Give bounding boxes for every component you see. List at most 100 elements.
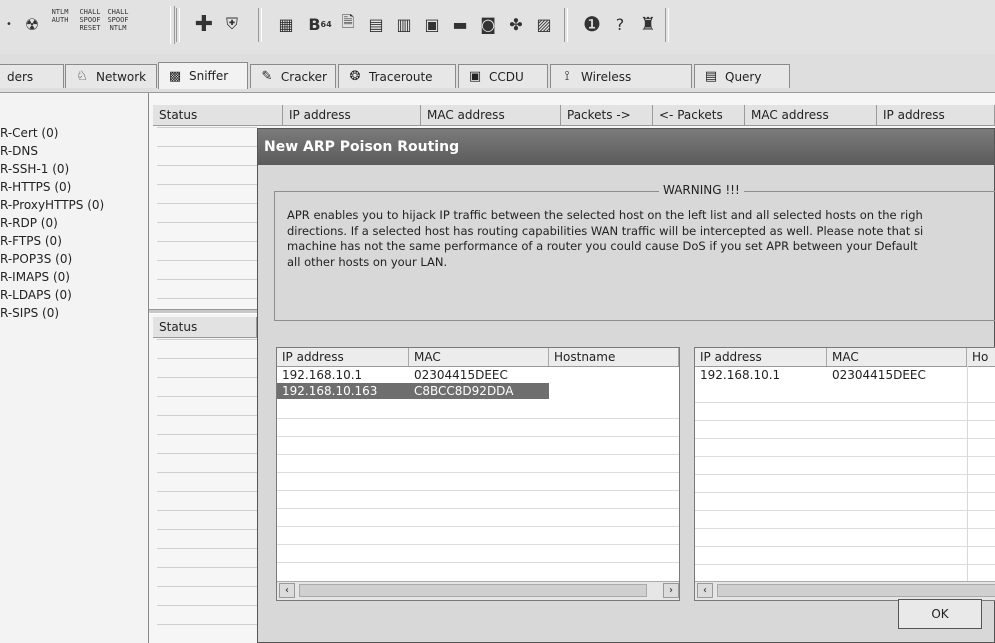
list-item[interactable]: R-Cert (0) — [0, 126, 58, 140]
base64-label: B — [308, 14, 321, 34]
wireless-tab-icon: ⟟ — [564, 69, 570, 84]
list-grid — [277, 418, 679, 578]
chall-spoof-reset-button[interactable]: CHALL SPOOF RESET — [78, 8, 102, 32]
scroll-right-icon[interactable]: › — [663, 583, 679, 598]
tower-icon[interactable]: ♜ — [634, 10, 662, 38]
destination-host-list[interactable]: IP address MAC Ho 192.168.10.1 02304415D… — [694, 347, 995, 601]
host-mac: C8BCC8D92DDA — [414, 384, 514, 398]
ntlm-auth-button[interactable]: NTLM AUTH — [48, 8, 72, 24]
tab-label: CCDU — [489, 69, 524, 84]
tab-wireless[interactable]: ⟟ Wireless — [550, 64, 692, 88]
tab-label: Query — [725, 69, 762, 84]
list-item[interactable]: R-ProxyHTTPS (0) — [0, 198, 104, 212]
grid-icon[interactable]: ▦ — [272, 10, 300, 38]
ok-button[interactable]: OK — [898, 599, 982, 629]
tab-label: Cracker — [280, 69, 327, 84]
column-header[interactable]: MAC address — [421, 105, 561, 125]
calculator-icon[interactable]: ▣ — [418, 10, 446, 38]
tab-label: Network — [96, 69, 147, 84]
scroll-left-icon[interactable]: ‹ — [279, 583, 295, 598]
list-item[interactable]: R-DNS — [0, 144, 38, 158]
toolbar-separator — [665, 8, 669, 42]
tab-sniffer[interactable]: ▩ Sniffer — [158, 62, 248, 89]
bullet-icon: • — [6, 18, 12, 30]
warning-group: WARNING !!! APR enables you to hijack IP… — [274, 183, 995, 321]
toolbar-separator — [258, 8, 262, 42]
column-header[interactable]: <- Packets — [653, 105, 745, 125]
tab-cracker[interactable]: ✎ Cracker — [250, 64, 336, 88]
window-icon[interactable]: ▬ — [446, 10, 474, 38]
column-header[interactable]: Ho — [967, 348, 995, 366]
column-divider — [967, 366, 968, 582]
column-header[interactable]: IP address — [877, 105, 995, 125]
tab-traceroute[interactable]: ❂ Traceroute — [338, 64, 456, 88]
warning-text: APR enables you to hijack IP traffic bet… — [287, 208, 995, 270]
network-tab-icon: ♘ — [76, 69, 88, 84]
list-item[interactable]: R-RDP (0) — [0, 216, 58, 230]
radioactive-icon[interactable]: ☢ — [18, 10, 46, 38]
list-grid — [695, 402, 995, 578]
list-item[interactable]: R-IMAPS (0) — [0, 270, 70, 284]
column-header[interactable]: IP address — [695, 348, 827, 366]
info-icon[interactable]: ❶ — [578, 10, 606, 38]
host-ip: 192.168.10.163 — [282, 384, 378, 398]
traceroute-tab-icon: ❂ — [349, 69, 361, 84]
column-header[interactable]: MAC address — [745, 105, 877, 125]
host-ip: 192.168.10.1 — [700, 368, 781, 382]
tab-ccdu[interactable]: ▣ CCDU — [458, 64, 548, 88]
column-header[interactable]: MAC — [409, 348, 549, 366]
tab-decoders[interactable]: ders — [0, 64, 64, 88]
host-row[interactable]: 192.168.10.1 02304415DEEC — [695, 367, 995, 383]
disk-icon[interactable]: ◙ — [474, 10, 502, 38]
list-item[interactable]: R-SIPS (0) — [0, 306, 59, 320]
horizontal-scrollbar[interactable]: ‹ — [695, 581, 995, 600]
column-header[interactable]: Packets -> — [561, 105, 653, 125]
tab-bar: ders ♘ Network ▩ Sniffer ✎ Cracker ❂ Tracero… — [0, 54, 995, 93]
list-item[interactable]: R-HTTPS (0) — [0, 180, 71, 194]
network-icon[interactable]: ✤ — [502, 10, 530, 38]
host-mac: 02304415DEEC — [832, 368, 926, 382]
list-item[interactable]: R-SSH-1 (0) — [0, 162, 69, 176]
dialog-title[interactable]: New ARP Poison Routing — [258, 129, 994, 165]
column-header[interactable]: IP address — [283, 105, 421, 125]
add-icon[interactable]: ✚ — [190, 10, 218, 38]
scroll-thumb[interactable] — [299, 584, 647, 597]
host-ip: 192.168.10.1 — [282, 368, 363, 382]
column-header[interactable]: IP address — [277, 348, 409, 366]
scroll-left-icon[interactable]: ‹ — [697, 583, 713, 598]
keypad-icon[interactable]: ▤ — [362, 10, 390, 38]
toolbar: • ☢ NTLM AUTH CHALL SPOOF RESET CHALL SP… — [0, 0, 995, 55]
tab-label: Sniffer — [189, 69, 229, 83]
warning-line: directions. If a selected host has routi… — [287, 223, 924, 238]
host-mac: 02304415DEEC — [414, 368, 508, 382]
tab-network[interactable]: ♘ Network — [65, 64, 157, 88]
base64-icon[interactable]: B 64 — [306, 10, 334, 38]
list-item[interactable]: R-POP3S (0) — [0, 252, 72, 266]
panel-icon[interactable]: ▥ — [390, 10, 418, 38]
column-header[interactable]: Hostname — [549, 348, 679, 366]
list-item[interactable]: R-LDAPS (0) — [0, 288, 72, 302]
host-row[interactable]: 192.168.10.1 02304415DEEC — [277, 367, 679, 383]
tab-label: Wireless — [581, 69, 632, 84]
column-header[interactable]: Status — [153, 105, 283, 125]
warning-title: WARNING !!! — [659, 183, 744, 197]
image-icon[interactable]: ▨ — [530, 10, 558, 38]
shield-icon[interactable]: ⛨ — [218, 10, 246, 38]
document-icon[interactable]: 🗎 — [334, 10, 362, 38]
list-item[interactable]: R-FTPS (0) — [0, 234, 62, 248]
source-host-list[interactable]: IP address MAC Hostname 192.168.10.1 023… — [276, 347, 680, 601]
help-icon[interactable]: ? — [606, 10, 634, 38]
host-row-selected[interactable]: 192.168.10.163 C8BCC8D92DDA — [277, 383, 549, 399]
column-header[interactable]: Status — [153, 317, 257, 337]
chall-spoof-ntlm-button[interactable]: CHALL SPOOF NTLM — [106, 8, 130, 32]
warning-line: APR enables you to hijack IP traffic bet… — [287, 208, 923, 222]
horizontal-scrollbar[interactable]: ‹ › — [277, 581, 679, 600]
scroll-thumb[interactable] — [717, 584, 995, 597]
toolbar-grip[interactable] — [170, 6, 175, 44]
destination-list-header: IP address MAC Ho — [695, 348, 995, 367]
tab-query[interactable]: ▤ Query — [694, 64, 790, 88]
column-header[interactable]: MAC — [827, 348, 967, 366]
query-tab-icon: ▤ — [704, 69, 718, 84]
source-list-header: IP address MAC Hostname — [277, 348, 679, 367]
base64-sub: 64 — [320, 19, 332, 29]
